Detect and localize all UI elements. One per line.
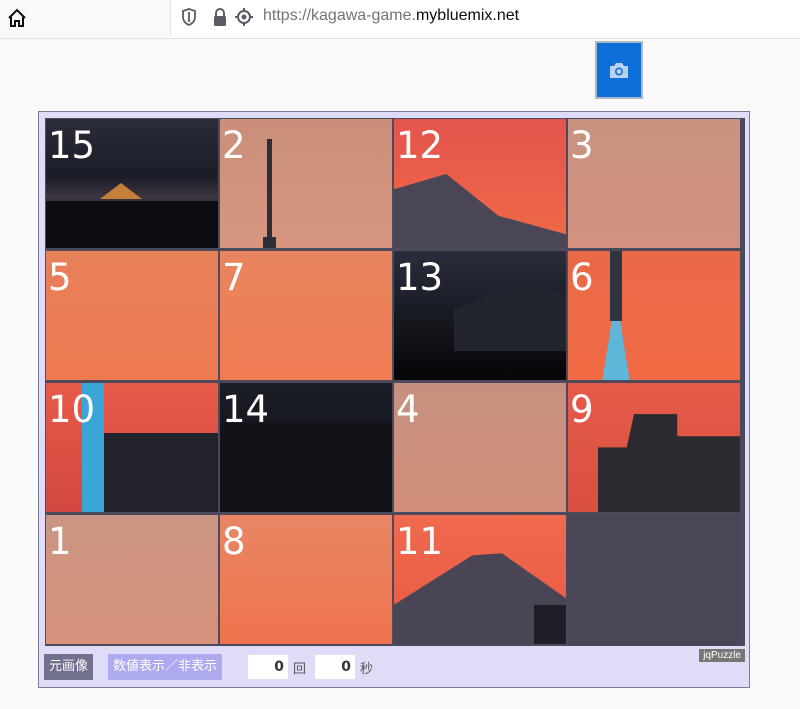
url-field[interactable]: https://kagawa-game.mybluemix.net — [170, 0, 800, 36]
tile-number: 5 — [48, 256, 72, 299]
puzzle-tile[interactable]: 2 — [219, 118, 393, 249]
camera-button[interactable] — [595, 41, 643, 99]
puzzle-frame: 15 2 12 3 5 7 13 6 10 14 4 9 1 8 11 jqPu… — [38, 111, 750, 688]
puzzle-tile[interactable]: 5 — [45, 250, 219, 381]
seconds-counter: 0 — [315, 655, 355, 679]
puzzle-tile[interactable]: 8 — [219, 514, 393, 645]
url-prefix: https://kagawa-game. — [263, 7, 416, 24]
puzzle-tile[interactable]: 14 — [219, 382, 393, 513]
camera-icon — [610, 63, 628, 78]
browser-toolbar: https://kagawa-game.mybluemix.net — [0, 0, 800, 39]
puzzle-tile[interactable]: 10 — [45, 382, 219, 513]
puzzle-tile[interactable]: 4 — [393, 382, 567, 513]
toggle-numbers-button[interactable]: 数値表示／非表示 — [108, 654, 223, 680]
url-domain: mybluemix.net — [415, 7, 520, 24]
tracking-icon[interactable] — [235, 8, 253, 26]
moves-unit: 回 — [293, 662, 307, 677]
tile-number: 4 — [396, 388, 420, 431]
tile-number: 1 — [48, 520, 72, 563]
puzzle-tile[interactable]: 15 — [45, 118, 219, 249]
puzzle-tile[interactable]: 9 — [567, 382, 741, 513]
tile-number: 11 — [396, 520, 444, 563]
tile-number: 13 — [396, 256, 444, 299]
tile-number: 2 — [222, 124, 246, 167]
puzzle-tile[interactable]: 6 — [567, 250, 741, 381]
tile-number: 6 — [570, 256, 594, 299]
puzzle-tile[interactable]: 1 — [45, 514, 219, 645]
url-text[interactable]: https://kagawa-game.mybluemix.net — [263, 7, 519, 25]
seconds-unit: 秒 — [360, 662, 374, 677]
puzzle-tile[interactable]: 3 — [567, 118, 741, 249]
puzzle-tile[interactable]: 11 — [393, 514, 567, 645]
tile-number: 15 — [48, 124, 96, 167]
tile-number: 8 — [222, 520, 246, 563]
lock-icon[interactable] — [212, 7, 228, 27]
tile-number: 3 — [570, 124, 594, 167]
empty-slot — [567, 514, 741, 645]
puzzle-tile[interactable]: 13 — [393, 250, 567, 381]
tile-number: 14 — [222, 388, 270, 431]
home-icon[interactable] — [6, 7, 28, 29]
original-image-button[interactable]: 元画像 — [44, 654, 94, 680]
puzzle-board: 15 2 12 3 5 7 13 6 10 14 4 9 1 8 11 — [45, 118, 745, 646]
shield-icon[interactable] — [181, 8, 197, 26]
tile-number: 12 — [396, 124, 444, 167]
puzzle-tile[interactable]: 12 — [393, 118, 567, 249]
puzzle-tile[interactable]: 7 — [219, 250, 393, 381]
moves-counter: 0 — [248, 655, 288, 679]
tile-number: 10 — [48, 388, 96, 431]
tile-number: 7 — [222, 256, 246, 299]
puzzle-controls: 元画像 数値表示／非表示 0 回 0 秒 — [44, 652, 744, 682]
tile-number: 9 — [570, 388, 594, 431]
